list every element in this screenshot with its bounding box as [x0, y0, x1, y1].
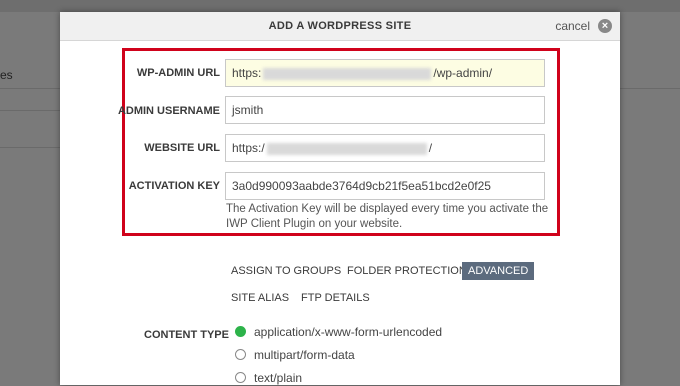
cancel-link[interactable]: cancel	[555, 12, 590, 40]
tab-site-alias[interactable]: SITE ALIAS	[231, 289, 289, 307]
website-url-field[interactable]: https:/ /	[225, 134, 545, 162]
redacted-blur	[263, 67, 432, 80]
website-url-label: WEBSITE URL	[144, 142, 220, 154]
radio-icon[interactable]	[235, 372, 246, 384]
activation-key-field[interactable]: 3a0d990093aabde3764d9cb21f5ea51bcd2e0f25	[225, 172, 545, 200]
tab-advanced[interactable]: ADVANCED	[462, 262, 535, 280]
content-type-label: CONTENT TYPE	[144, 329, 229, 341]
wp-admin-url-field[interactable]: https: /wp-admin/	[225, 59, 545, 87]
background-divider	[620, 88, 680, 89]
background-topbar	[0, 0, 680, 12]
content-type-option-label: multipart/form-data	[254, 348, 355, 362]
activation-key-label: ACTIVATION KEY	[128, 180, 220, 192]
background-divider	[0, 110, 60, 111]
radio-icon[interactable]	[235, 349, 246, 361]
background-partial-text: es	[0, 68, 13, 82]
content-type-option[interactable]: multipart/form-data	[235, 347, 355, 363]
wp-admin-url-prefix: https:	[232, 66, 262, 80]
tab-ftp-details[interactable]: FTP DETAILS	[301, 289, 370, 307]
redacted-blur	[266, 142, 427, 155]
tab-folder-protection[interactable]: FOLDER PROTECTION	[347, 262, 467, 280]
radio-selected-icon[interactable]	[235, 326, 246, 338]
wp-admin-url-suffix: /wp-admin/	[433, 66, 493, 80]
background-divider	[0, 147, 60, 148]
content-type-option-label: application/x-www-form-urlencoded	[254, 325, 443, 339]
activation-key-hint: The Activation Key will be displayed eve…	[226, 203, 549, 230]
website-url-suffix: /	[428, 141, 433, 155]
content-type-option[interactable]: application/x-www-form-urlencoded	[235, 324, 442, 340]
tab-assign-to-groups[interactable]: ASSIGN TO GROUPS	[231, 262, 341, 280]
modal-title: ADD A WORDPRESS SITE	[268, 20, 412, 32]
wp-admin-url-label: WP-ADMIN URL	[136, 67, 220, 79]
x-circle-icon[interactable]: ×	[598, 19, 612, 33]
website-url-prefix: https:/	[232, 141, 265, 155]
admin-username-label: ADMIN USERNAME	[117, 105, 220, 117]
content-type-option-label: text/plain	[254, 371, 303, 385]
add-site-modal: ADD A WORDPRESS SITE cancel × WP-ADMIN U…	[60, 12, 620, 385]
background-divider	[0, 88, 60, 89]
content-type-option[interactable]: text/plain	[235, 370, 302, 386]
admin-username-field[interactable]: jsmith	[225, 96, 545, 124]
modal-header: ADD A WORDPRESS SITE cancel ×	[60, 12, 620, 41]
